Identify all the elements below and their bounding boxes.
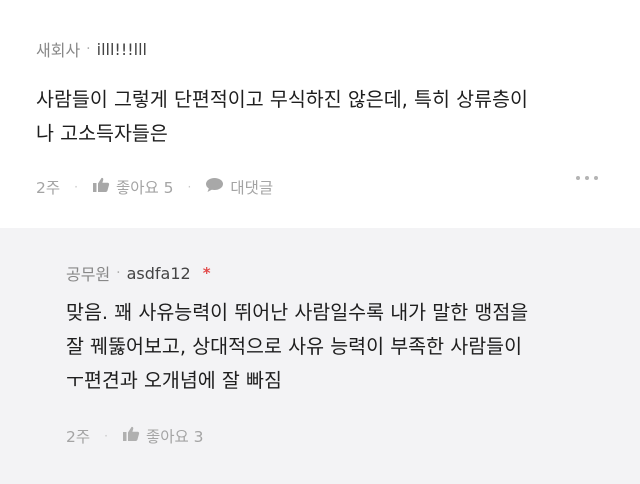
thumbs-up-icon [92, 177, 110, 197]
comment-line: 사람들이 그렇게 단편적이고 무식하진 않은데, 특히 상류층이 [36, 88, 528, 111]
thumbs-up-icon [122, 426, 140, 446]
author-nickname: asdfa12 [126, 263, 191, 283]
comment-time: 2주 [36, 179, 61, 197]
more-dots-icon[interactable] [576, 176, 598, 180]
comment-footer: 2주 · 좋아요 5 · 대댓글 [36, 176, 273, 198]
reply-line: 잘 꿰뚫어보고, 상대적으로 사유 능력이 부족한 사람들이 [66, 335, 523, 358]
footer-separator: · [104, 429, 108, 443]
like-label: 좋아요 3 [145, 428, 204, 446]
author-mark: * [202, 264, 211, 282]
reply-label: 대댓글 [230, 179, 274, 197]
meta-separator: · [86, 41, 91, 57]
comment-card: 새회사 · illl!!!lll 사람들이 그렇게 단편적이고 무식하진 않은데… [0, 0, 640, 228]
reply-card: 공무원 · asdfa12 * 맞음. 꽤 사유능력이 뛰어난 사람일수록 내가… [0, 228, 640, 484]
reply-footer: 2주 · 좋아요 3 [66, 425, 204, 447]
reply-time: 2주 [66, 428, 91, 446]
reply-body: 맞음. 꽤 사유능력이 뛰어난 사람일수록 내가 말한 맹점을 잘 꿰뚫어보고,… [66, 296, 528, 398]
author-company: 공무원 [66, 265, 111, 284]
meta-separator: · [116, 265, 121, 281]
author-company: 새회사 [36, 41, 81, 60]
reply-line: 맞음. 꽤 사유능력이 뛰어난 사람일수록 내가 말한 맹점을 [66, 301, 529, 324]
comment-line: 나 고소득자들은 [36, 122, 168, 145]
reply-line: ㅜ편견과 오개념에 잘 빠짐 [66, 369, 282, 392]
reply-author[interactable]: 공무원 · asdfa12 * [66, 261, 211, 285]
like-label: 좋아요 5 [115, 179, 174, 197]
like-button[interactable]: 좋아요 5 [92, 176, 174, 198]
comment-author[interactable]: 새회사 · illl!!!lll [36, 37, 147, 61]
reply-button[interactable]: 대댓글 [205, 176, 273, 198]
author-nickname: illl!!!lll [96, 39, 147, 59]
speech-bubble-icon [205, 177, 224, 197]
footer-separator: · [187, 180, 192, 194]
like-button[interactable]: 좋아요 3 [122, 425, 204, 447]
footer-separator: · [74, 180, 78, 194]
comment-body: 사람들이 그렇게 단편적이고 무식하진 않은데, 특히 상류층이 나 고소득자들… [36, 83, 528, 151]
